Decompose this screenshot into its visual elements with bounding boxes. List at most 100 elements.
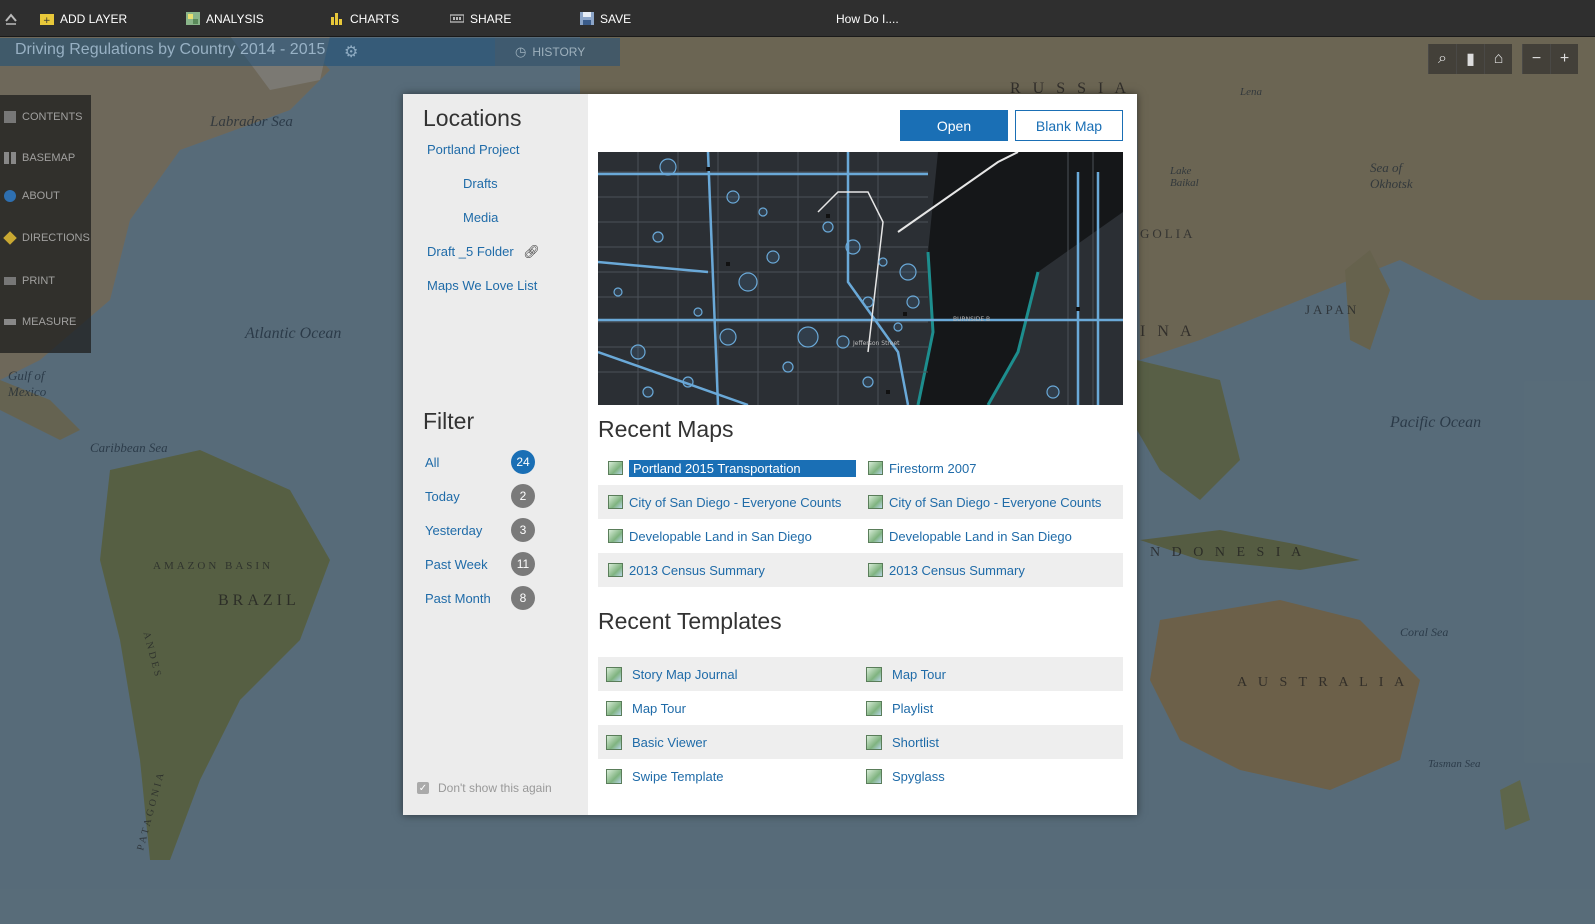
charts-button[interactable]: CHARTS <box>330 0 399 37</box>
app-title: Driving Regulations by Country 2014 - 20… <box>15 41 326 58</box>
count-badge: 8 <box>511 586 535 610</box>
location-draft-5-folder[interactable]: Draft _5 Folder 🔗︎ <box>427 244 540 260</box>
location-label: Draft _5 Folder <box>427 244 514 259</box>
add-layer-button[interactable]: + ADD LAYER <box>40 0 127 37</box>
recent-map-title: Portland 2015 Transportation <box>629 459 856 477</box>
zoom-out-button[interactable]: − <box>1522 44 1550 74</box>
count-badge: 2 <box>511 484 535 508</box>
table-row: Developable Land in San Diego Developabl… <box>598 519 1123 553</box>
how-do-i-button[interactable]: How Do I.... <box>836 0 899 37</box>
sidebar-item-label: ABOUT <box>22 190 60 202</box>
template-title: Swipe Template <box>632 768 724 784</box>
blank-map-button[interactable]: Blank Map <box>1015 110 1123 141</box>
template-item[interactable]: Spyglass <box>866 759 945 793</box>
recent-templates-title: Recent Templates <box>598 608 782 634</box>
location-drafts[interactable]: Drafts <box>463 176 498 191</box>
sidebar-item-label: PRINT <box>22 275 55 287</box>
template-icon <box>606 768 622 784</box>
filter-title: Filter <box>423 408 475 434</box>
sidebar-item-contents[interactable]: CONTENTS <box>0 106 91 128</box>
filter-today[interactable]: Today 2 <box>425 484 535 508</box>
charts-label: CHARTS <box>350 11 400 26</box>
basemap-icon <box>4 152 16 164</box>
recent-map-item[interactable]: 2013 Census Summary <box>868 553 1025 587</box>
template-item[interactable]: Map Tour <box>606 691 686 725</box>
home-icon[interactable]: ⌂ <box>1484 44 1512 74</box>
template-item[interactable]: Story Map Journal <box>606 657 738 691</box>
dont-show-label: Don't show this again <box>438 781 552 795</box>
sidebar-item-directions[interactable]: DIRECTIONS <box>0 227 91 249</box>
analysis-label: ANALYSIS <box>206 11 264 26</box>
template-icon <box>866 700 882 716</box>
template-icon <box>866 768 882 784</box>
bar-chart-icon <box>331 13 342 25</box>
dont-show-again-checkbox[interactable]: ✓ Don't show this again <box>417 781 552 795</box>
side-panel: CONTENTS BASEMAP ABOUT DIRECTIONS PRINT … <box>0 95 91 353</box>
filter-yesterday[interactable]: Yesterday 3 <box>425 518 535 542</box>
contents-icon <box>4 111 16 123</box>
measure-icon <box>4 319 16 325</box>
save-button[interactable]: SAVE <box>580 0 631 37</box>
chevron-up-icon <box>5 13 17 25</box>
recent-map-item[interactable]: Developable Land in San Diego <box>608 519 812 553</box>
location-portland-project[interactable]: Portland Project <box>427 142 520 157</box>
recent-map-item[interactable]: Developable Land in San Diego <box>868 519 1072 553</box>
count-badge: 3 <box>511 518 535 542</box>
sidebar-item-label: CONTENTS <box>22 111 83 123</box>
template-title: Story Map Journal <box>632 666 738 682</box>
filter-past-week[interactable]: Past Week 11 <box>425 552 535 576</box>
map-preview-thumbnail[interactable]: Jefferson Street BURNSIDE B <box>598 152 1123 405</box>
zoom-in-button[interactable]: + <box>1550 44 1578 74</box>
recent-map-item[interactable]: City of San Diego - Everyone Counts <box>868 485 1101 519</box>
location-maps-we-love[interactable]: Maps We Love List <box>427 278 537 293</box>
filter-all[interactable]: All 24 <box>425 450 535 474</box>
filter-label: Past Week <box>425 556 488 572</box>
count-badge: 11 <box>511 552 535 576</box>
template-item[interactable]: Shortlist <box>866 725 939 759</box>
search-icon[interactable]: ⌕ <box>1428 44 1456 74</box>
filter-past-month[interactable]: Past Month 8 <box>425 586 535 610</box>
filter-label: All <box>425 454 440 470</box>
analysis-button[interactable]: ANALYSIS <box>186 0 264 37</box>
settings-gear-icon[interactable]: ⚙ <box>344 42 362 61</box>
recent-map-item[interactable]: 2013 Census Summary <box>608 553 765 587</box>
sidebar-item-label: BASEMAP <box>22 152 76 164</box>
map-icon <box>608 529 623 543</box>
template-icon <box>606 734 622 750</box>
map-icon <box>608 461 623 475</box>
template-item[interactable]: Swipe Template <box>606 759 724 793</box>
template-item[interactable]: Playlist <box>866 691 933 725</box>
template-item[interactable]: Basic Viewer <box>606 725 707 759</box>
recent-map-title: City of San Diego - Everyone Counts <box>629 494 842 510</box>
open-button[interactable]: Open <box>900 110 1008 141</box>
count-badge: 24 <box>511 450 535 474</box>
save-icon <box>580 12 594 25</box>
print-icon <box>4 277 16 285</box>
zoom-controls: − + <box>1522 44 1578 76</box>
analysis-icon <box>186 12 200 25</box>
history-tab[interactable]: ◷ HISTORY <box>495 38 620 66</box>
sidebar-item-print[interactable]: PRINT <box>0 270 91 292</box>
recent-map-item[interactable]: City of San Diego - Everyone Counts <box>608 485 841 519</box>
share-icon <box>450 14 464 23</box>
location-media[interactable]: Media <box>463 210 498 225</box>
template-title: Spyglass <box>892 768 945 784</box>
directions-icon <box>3 231 17 245</box>
bookmark-icon[interactable]: ▮ <box>1456 44 1484 74</box>
share-button[interactable]: SHARE <box>450 0 511 37</box>
template-icon <box>866 734 882 750</box>
sidebar-item-label: DIRECTIONS <box>22 232 90 244</box>
share-label: SHARE <box>470 11 512 26</box>
preview-street-label: Jefferson Street <box>852 340 900 347</box>
sidebar-item-measure[interactable]: MEASURE <box>0 311 91 333</box>
table-row: Portland 2015 Transportation Firestorm 2… <box>598 451 1123 485</box>
recent-map-item[interactable]: Firestorm 2007 <box>868 451 976 485</box>
template-title: Basic Viewer <box>632 734 707 750</box>
sidebar-item-about[interactable]: ABOUT <box>0 185 91 207</box>
template-item[interactable]: Map Tour <box>866 657 946 691</box>
recent-map-title: 2013 Census Summary <box>889 562 1025 578</box>
template-title: Map Tour <box>632 700 686 716</box>
recent-map-item[interactable]: Portland 2015 Transportation <box>608 451 856 485</box>
collapse-toolbar-button[interactable] <box>4 0 18 37</box>
sidebar-item-basemap[interactable]: BASEMAP <box>0 147 91 169</box>
